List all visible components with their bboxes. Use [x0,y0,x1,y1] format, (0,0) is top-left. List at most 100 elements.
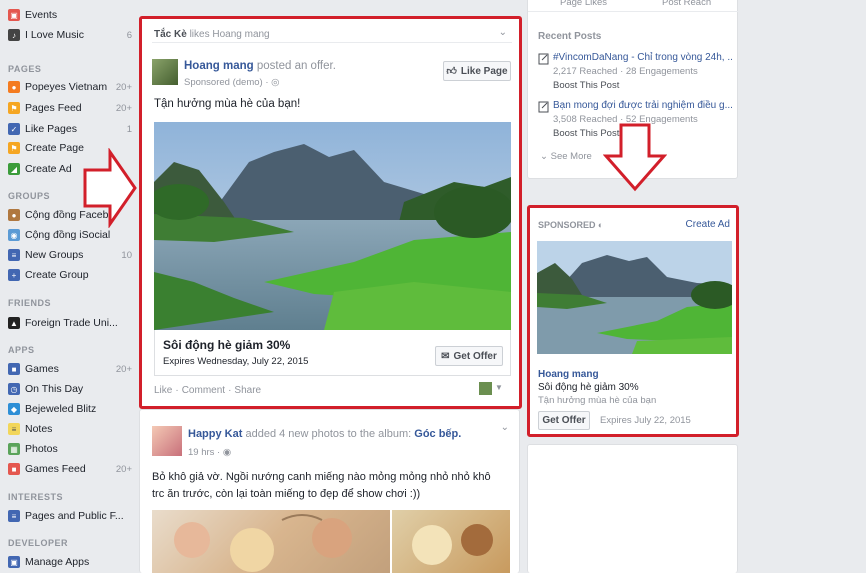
group-thumbnail-icon: ● [8,209,20,221]
album-photo-large[interactable] [152,510,390,573]
sidebar-item-notes[interactable]: ≡ Notes [8,420,132,438]
games-icon: ■ [8,363,20,375]
sidebar-item-i-love-music[interactable]: ♪ I Love Music 6 [8,26,132,44]
sidebar-item-label: Popeyes Vietnam [25,81,108,93]
author-name[interactable]: Hoang mang [184,60,254,72]
album-photo-small[interactable] [392,510,510,573]
liker-name[interactable]: Tắc Kè [154,29,187,40]
page-thumbnail-icon: ● [8,81,20,93]
post-story-header: Tắc Kè likes Hoang mang [154,29,270,40]
sidebar-item-popeyes[interactable]: ● Popeyes Vietnam 20+ [8,78,132,96]
tab-post-reach[interactable]: Post Reach [662,0,711,8]
recent-posts-heading: Recent Posts [538,31,602,42]
calendar-icon: ▣ [8,9,20,21]
album-link[interactable]: Góc bếp. [414,428,461,440]
recent-post-stats: 2,217 Reached · 28 Engagements [553,66,698,77]
post-author-line: Hoang mang posted an offer. [184,60,336,72]
ad-advertiser-name[interactable]: Hoang mang [538,369,599,380]
post-meta: 19 hrs · ◉ [188,447,231,458]
thumbs-up-icon: 👍︎ [446,66,457,77]
developer-heading: DEVELOPER [8,538,69,548]
photo-content [412,524,493,565]
sidebar-item-label: Cộng đồng iSocial [25,229,111,241]
sponsored-heading: SPONSORED ◐ [538,220,603,230]
sidebar-item-pages-public[interactable]: ≡ Pages and Public F... [8,507,132,525]
like-icon: ✓ [8,123,20,135]
author-name[interactable]: Happy Kat [188,428,242,440]
graduation-cap-icon: ▲ [8,317,20,329]
add-group-icon: + [8,269,20,281]
ad-image[interactable] [537,241,732,354]
sponsored-label: Sponsored (demo) · [184,77,269,88]
gem-icon: ◆ [8,403,20,415]
sidebar-item-label: New Groups [25,249,84,261]
sidebar-item-label: Create Group [25,269,89,281]
ad-get-offer-button[interactable]: Get Offer [538,411,590,430]
offer-image[interactable] [154,122,511,330]
sidebar-item-label: Notes [25,423,53,435]
sidebar-item-label: Events [25,9,58,21]
sidebar-item-create-group[interactable]: + Create Group [8,266,132,284]
like-link[interactable]: Like [154,385,172,396]
chevron-down-icon: ⌄ [540,151,548,162]
flag-icon: ⚑ [8,102,20,114]
friends-heading: FRIENDS [8,298,52,308]
count-badge: 20+ [115,463,132,475]
timestamp: 19 hrs · [188,447,221,458]
sidebar-item-photos[interactable]: ▦ Photos [8,440,132,458]
recent-post-title[interactable]: Bạn mong đợi được trải nghiệm điều g... [553,100,733,111]
divider [528,11,739,12]
sidebar-item-label: I Love Music [25,29,84,41]
get-offer-label: Get Offer [453,350,497,362]
pages-heading: PAGES [8,64,42,74]
apps-heading: APPS [8,345,35,355]
author-action: posted an offer. [256,60,336,72]
landscape-photo [537,241,732,354]
sidebar-item-label: On This Day [25,383,84,395]
globe-icon: ◎ [271,77,280,88]
right-column-card [527,444,738,573]
groups-heading: GROUPS [8,191,51,201]
tab-page-likes[interactable]: Page Likes [560,0,607,8]
comment-link[interactable]: Comment [182,385,225,396]
friends-icon: ◉ [222,447,232,458]
get-offer-button[interactable]: ✉︎ Get Offer [435,346,503,366]
sidebar-item-on-this-day[interactable]: ◷ On This Day [8,380,132,398]
sidebar-item-manage-apps[interactable]: ▣ Manage Apps [8,553,132,571]
create-ad-link[interactable]: Create Ad [686,219,730,230]
sidebar-item-games-feed[interactable]: ■ Games Feed 20+ [8,460,132,478]
sidebar-item-games[interactable]: ■ Games 20+ [8,360,132,378]
post-menu-chevron-icon[interactable]: ⌄ [501,422,509,433]
boost-post-link[interactable]: Boost This Post [553,80,619,91]
sidebar-item-label: Like Pages [25,123,77,135]
flag-icon: ⚑ [8,142,20,154]
count-badge: 6 [126,29,132,41]
sidebar-item-label: Games Feed [25,463,86,475]
groups-icon: ≡ [8,249,20,261]
sponsored-label: SPONSORED [538,220,596,230]
sidebar-item-bejeweled[interactable]: ◆ Bejeweled Blitz [8,400,132,418]
sidebar-item-group-isocial[interactable]: ◉ Cộng đồng iSocial [8,226,132,244]
apps-icon: ▣ [8,556,20,568]
share-link[interactable]: Share [234,385,261,396]
sidebar-item-events[interactable]: ▣ Events [8,6,132,24]
post-text: Tận hưởng mùa hè của bạn! [154,98,301,110]
interests-heading: INTERESTS [8,492,64,502]
megaphone-icon: ◢ [8,163,20,175]
post-menu-chevron-icon[interactable]: ⌄ [499,27,507,38]
sidebar-item-like-pages[interactable]: ✓ Like Pages 1 [8,120,132,138]
recent-post-title[interactable]: #VincomDaNang - Chỉ trong vòng 24h, ... [553,52,733,63]
offer-expiry: Expires Wednesday, July 22, 2015 [163,356,309,367]
sidebar-item-pages-feed[interactable]: ⚑ Pages Feed 20+ [8,99,132,117]
avatar[interactable] [152,426,182,456]
post-text: Bỏ khô giả vờ. Ngồi nướng canh miếng nào… [152,471,491,500]
caret-down-icon[interactable]: ▼ [495,383,503,392]
avatar[interactable] [152,59,178,85]
sidebar-item-foreign-trade[interactable]: ▲ Foreign Trade Uni... [8,314,132,332]
actor-avatar[interactable] [479,382,492,395]
count-badge: 1 [126,123,132,135]
sidebar-item-new-groups[interactable]: ≡ New Groups 10 [8,246,132,264]
like-page-button[interactable]: 👍︎ Like Page [443,61,511,81]
see-more-link[interactable]: ⌄ See More [540,151,592,162]
landscape-photo [154,122,511,330]
